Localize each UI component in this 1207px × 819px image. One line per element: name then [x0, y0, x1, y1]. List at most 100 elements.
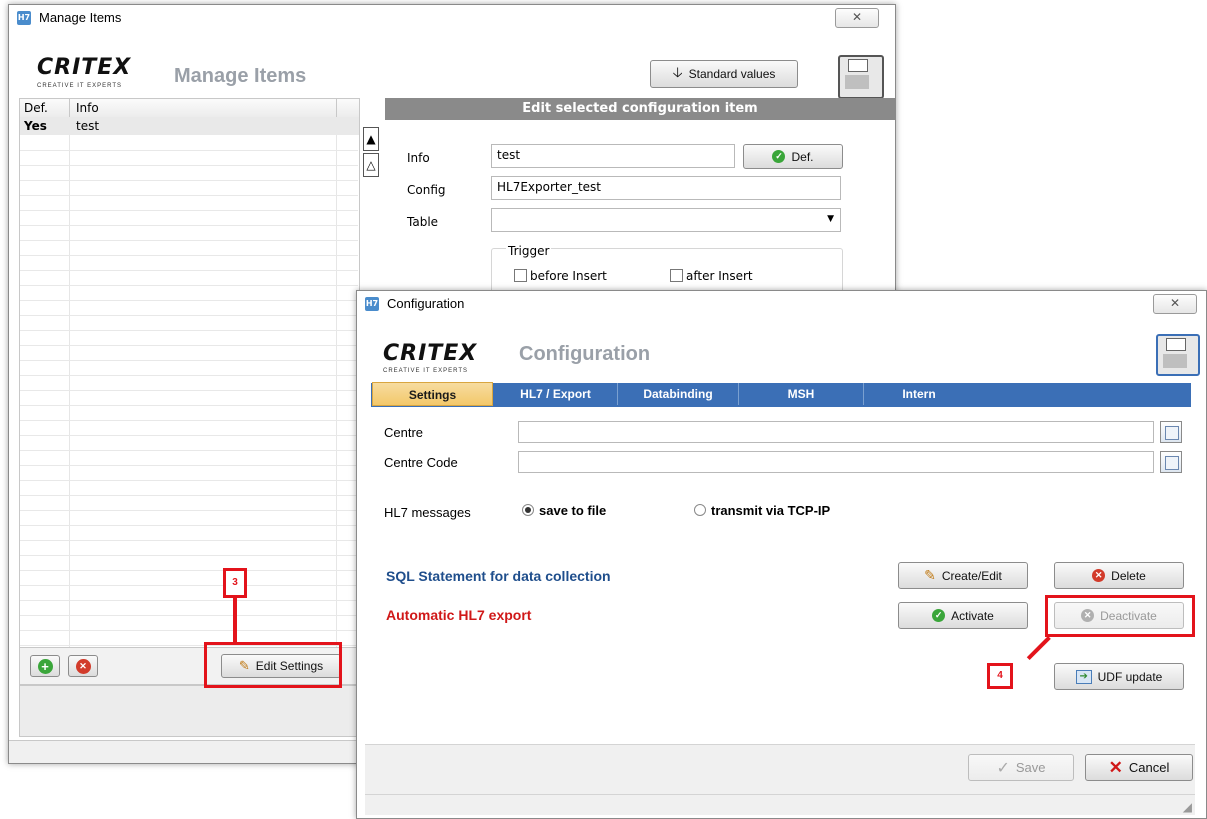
empty-table-row[interactable]	[20, 226, 358, 241]
window-title: Configuration	[387, 296, 465, 311]
save-floppy-icon[interactable]	[838, 55, 884, 99]
grid-header: Def. Info	[20, 99, 359, 118]
empty-table-row[interactable]	[20, 511, 358, 526]
row-info-value: test	[76, 119, 100, 133]
close-button[interactable]: ✕	[835, 8, 879, 28]
empty-table-row[interactable]	[20, 601, 358, 616]
row-def-value: Yes	[24, 119, 47, 133]
empty-table-row[interactable]	[20, 196, 358, 211]
empty-table-row[interactable]	[20, 451, 358, 466]
config-field[interactable]: HL7Exporter_test	[491, 176, 841, 200]
empty-table-row[interactable]	[20, 466, 358, 481]
empty-table-row[interactable]	[20, 316, 358, 331]
def-button[interactable]: ✓ Def.	[743, 144, 843, 169]
empty-table-row[interactable]	[20, 136, 358, 151]
activate-button[interactable]: ✓ Activate	[898, 602, 1028, 629]
close-button[interactable]: ✕	[1153, 294, 1197, 314]
dialog-status-bar: ◢	[365, 794, 1195, 815]
empty-table-row[interactable]	[20, 421, 358, 436]
configuration-window: H7 Configuration ✕ CRITEX CREATIVE IT EX…	[356, 290, 1207, 819]
empty-table-row[interactable]	[20, 331, 358, 346]
annotation-connector	[233, 598, 237, 644]
empty-table-row[interactable]	[20, 376, 358, 391]
before-insert-checkbox[interactable]: before Insert	[514, 269, 607, 283]
empty-table-row[interactable]	[20, 346, 358, 361]
tab-databinding[interactable]: Databinding	[618, 382, 738, 406]
centre-lookup-icon[interactable]	[1160, 421, 1182, 443]
cancel-button[interactable]: ✕ Cancel	[1085, 754, 1193, 781]
empty-table-row[interactable]	[20, 361, 358, 376]
empty-table-row[interactable]	[20, 301, 358, 316]
remove-button[interactable]: ✕	[68, 655, 98, 677]
move-down-button[interactable]: △	[363, 153, 379, 177]
critex-logo: CRITEX	[37, 55, 132, 80]
empty-table-row[interactable]	[20, 151, 358, 166]
empty-table-row[interactable]	[20, 166, 358, 181]
table-row[interactable]: Yes test	[20, 117, 359, 135]
empty-table-row[interactable]	[20, 526, 358, 541]
table-select[interactable]: ▼	[491, 208, 841, 232]
empty-table-row[interactable]	[20, 256, 358, 271]
resize-grip-icon[interactable]: ◢	[1183, 800, 1192, 814]
export-arrow-icon: ➔	[1075, 669, 1092, 684]
tab-intern[interactable]: Intern	[864, 382, 974, 406]
empty-table-row[interactable]	[20, 616, 358, 631]
empty-table-row[interactable]	[20, 271, 358, 286]
edit-pencil-icon: ✎	[924, 567, 936, 583]
critex-logo-tagline: CREATIVE IT EXPERTS	[383, 368, 469, 374]
empty-table-row[interactable]	[20, 286, 358, 301]
centre-code-field[interactable]	[518, 451, 1154, 473]
cancel-x-icon: ✕	[1108, 757, 1123, 777]
annotation-marker-3: 3	[223, 568, 247, 598]
check-icon: ✓	[932, 609, 946, 622]
delete-button[interactable]: ✕ Delete	[1054, 562, 1184, 589]
radio-unselected-icon	[694, 504, 706, 516]
col-header-def[interactable]: Def.	[24, 101, 48, 115]
centre-code-lookup-icon[interactable]	[1160, 451, 1182, 473]
page-title: Configuration	[519, 343, 651, 365]
centre-field[interactable]	[518, 421, 1154, 443]
edit-panel-header: Edit selected configuration item	[385, 98, 895, 120]
status-bar	[9, 740, 369, 763]
create-edit-button[interactable]: ✎ Create/Edit	[898, 562, 1028, 589]
empty-table-row[interactable]	[20, 556, 358, 571]
save-floppy-icon[interactable]	[1156, 334, 1200, 376]
radio-save-to-file[interactable]: save to file	[522, 503, 606, 518]
configuration-titlebar[interactable]: H7 Configuration ✕	[357, 291, 1206, 317]
hl7-messages-label: HL7 messages	[384, 505, 471, 520]
empty-table-row[interactable]	[20, 496, 358, 511]
plus-icon: +	[37, 658, 53, 674]
tab-msh[interactable]: MSH	[739, 382, 863, 406]
remove-icon: ✕	[75, 658, 91, 674]
col-header-info[interactable]: Info	[76, 101, 99, 115]
empty-table-row[interactable]	[20, 541, 358, 556]
move-up-button[interactable]: ▲	[363, 127, 379, 151]
window-title: Manage Items	[39, 10, 122, 25]
tab-settings[interactable]: Settings	[372, 382, 493, 406]
chevron-down-icon: ▼	[827, 214, 834, 224]
empty-table-row[interactable]	[20, 211, 358, 226]
tab-hl7-export[interactable]: HL7 / Export	[494, 382, 617, 406]
arrow-down-icon: 🡣	[672, 64, 683, 80]
annotation-highlight-deactivate	[1045, 595, 1195, 637]
save-button[interactable]: ✓ Save	[968, 754, 1074, 781]
empty-table-row[interactable]	[20, 586, 358, 601]
page-title: Manage Items	[174, 65, 307, 87]
after-insert-checkbox[interactable]: after Insert	[670, 269, 753, 283]
radio-transmit-tcp[interactable]: transmit via TCP-IP	[694, 503, 830, 518]
empty-table-row[interactable]	[20, 241, 358, 256]
udf-update-button[interactable]: ➔ UDF update	[1054, 663, 1184, 690]
empty-table-row[interactable]	[20, 406, 358, 421]
info-field[interactable]: test	[491, 144, 735, 168]
empty-table-row[interactable]	[20, 571, 358, 586]
add-button[interactable]: +	[30, 655, 60, 677]
annotation-highlight-edit-settings	[204, 642, 342, 688]
empty-table-row[interactable]	[20, 391, 358, 406]
empty-table-row[interactable]	[20, 436, 358, 451]
manage-items-titlebar[interactable]: H7 Manage Items ✕	[9, 5, 895, 31]
empty-table-row[interactable]	[20, 181, 358, 196]
standard-values-button[interactable]: 🡣 Standard values	[650, 60, 798, 88]
centre-code-label: Centre Code	[384, 455, 458, 470]
empty-table-row[interactable]	[20, 481, 358, 496]
app-icon: H7	[17, 11, 31, 25]
